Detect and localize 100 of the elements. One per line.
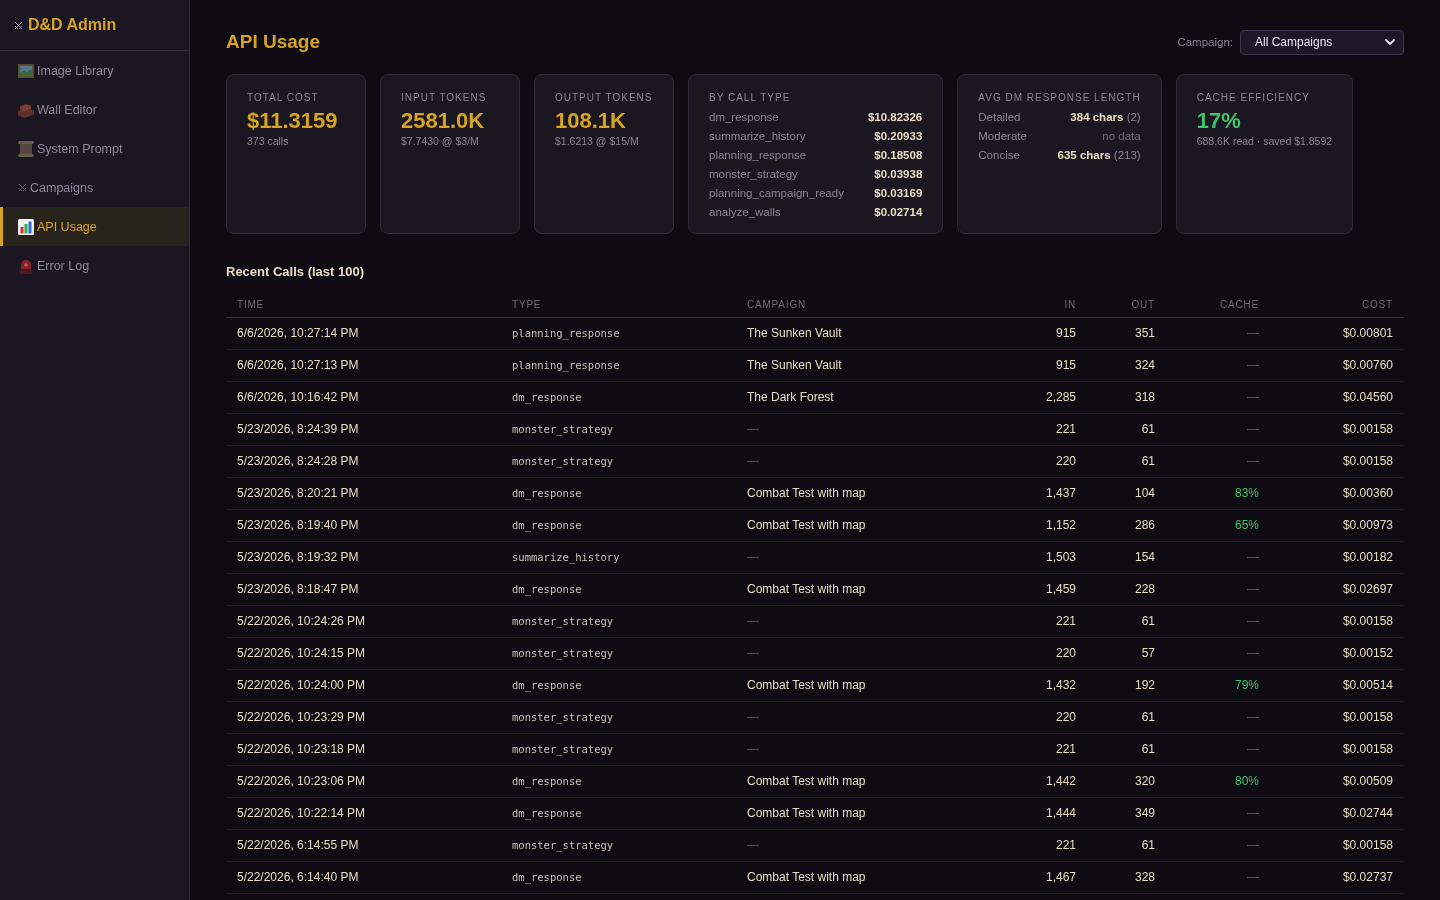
- cost-amount: $0.00158: [1342, 710, 1393, 724]
- call-type-text: monster_strategy: [512, 423, 614, 435]
- siren-icon: [18, 257, 34, 274]
- call-type-text: monster_strategy: [512, 455, 614, 467]
- cache-rate: —: [1247, 582, 1259, 596]
- cache-rate: —: [1247, 710, 1259, 724]
- time-text: 5/23/2026, 8:24:28 PM: [237, 454, 359, 468]
- output-tokens: 318: [1134, 390, 1155, 404]
- time-text: 5/22/2026, 10:23:06 PM: [237, 774, 366, 788]
- input-tokens: 1,503: [1045, 550, 1076, 564]
- time-text: 6/6/2026, 10:27:13 PM: [237, 358, 359, 372]
- input-tokens: 1,442: [1045, 774, 1076, 788]
- call-type-name: planning_campaign_ready: [709, 186, 844, 201]
- call-type-text: dm_response: [512, 807, 582, 819]
- call-type-text: summarize_history: [512, 551, 620, 563]
- call-type-name: dm_response: [709, 110, 780, 125]
- brand-title: D&D Admin: [28, 16, 117, 34]
- column-heading: OUT: [1131, 299, 1155, 310]
- call-type-text: monster_strategy: [512, 839, 614, 851]
- swords-icon: [18, 183, 27, 192]
- output-tokens: 61: [1141, 742, 1155, 756]
- brick-icon: [18, 101, 34, 118]
- stat-note: $7.7430 @ $3/M: [401, 134, 480, 148]
- time-text: 5/22/2026, 6:14:55 PM: [237, 838, 359, 852]
- cache-rate: 65%: [1234, 518, 1259, 532]
- campaign-name: Combat Test with map: [747, 870, 866, 884]
- campaign-name: Combat Test with map: [747, 678, 866, 692]
- nav-item[interactable]: API Usage: [0, 207, 189, 246]
- campaign-name: Combat Test with map: [747, 806, 866, 820]
- output-tokens: 286: [1134, 518, 1155, 532]
- output-tokens: 192: [1134, 678, 1155, 692]
- time-text: 5/22/2026, 10:23:29 PM: [237, 710, 366, 724]
- cost-amount: $0.00158: [1342, 454, 1393, 468]
- nav-item[interactable]: Wall Editor: [0, 90, 189, 129]
- input-tokens: 1,467: [1045, 870, 1076, 884]
- call-type-cost: $10.82326: [867, 110, 923, 125]
- output-tokens: 351: [1134, 326, 1155, 340]
- input-tokens: 1,152: [1045, 518, 1076, 532]
- time-text: 5/22/2026, 10:22:14 PM: [237, 806, 366, 820]
- stat-value: 108.1K: [555, 108, 627, 134]
- time-text: 5/22/2026, 10:24:26 PM: [237, 614, 366, 628]
- column-heading: COST: [1362, 299, 1393, 310]
- chevron-icon: [1385, 39, 1395, 45]
- cost-amount: $0.04560: [1342, 390, 1393, 404]
- length-value: no data: [1102, 130, 1141, 142]
- cost-amount: $0.00973: [1342, 518, 1393, 532]
- nav-item[interactable]: Campaigns: [0, 168, 189, 207]
- cache-rate: 80%: [1234, 774, 1259, 788]
- cache-rate: 79%: [1234, 678, 1259, 692]
- campaign-name: —: [747, 422, 759, 436]
- call-type-text: monster_strategy: [512, 711, 614, 723]
- call-type-name: analyze_walls: [709, 205, 782, 220]
- input-tokens: 221: [1055, 742, 1076, 756]
- input-tokens: 2,285: [1045, 390, 1076, 404]
- cost-amount: $0.00158: [1342, 422, 1393, 436]
- call-type-text: planning_response: [512, 327, 620, 339]
- column-heading: IN: [1064, 299, 1076, 310]
- cache-rate: —: [1247, 454, 1259, 468]
- cost-amount: $0.02697: [1342, 582, 1393, 596]
- output-tokens: 61: [1141, 614, 1155, 628]
- input-tokens: 220: [1055, 646, 1076, 660]
- campaign-name: Combat Test with map: [747, 518, 866, 532]
- cache-rate: —: [1247, 614, 1259, 628]
- column-heading: CAMPAIGN: [747, 299, 806, 310]
- campaign-name: —: [747, 742, 759, 756]
- cost-amount: $0.00514: [1342, 678, 1393, 692]
- stat-value: 17%: [1196, 108, 1242, 134]
- campaign-select[interactable]: All Campaigns: [1240, 29, 1404, 55]
- cache-rate: —: [1247, 838, 1259, 852]
- nav-item[interactable]: Image Library: [0, 51, 189, 90]
- call-type-text: monster_strategy: [512, 615, 614, 627]
- call-type-text: dm_response: [512, 775, 582, 787]
- column-heading: CACHE: [1220, 299, 1259, 310]
- campaign-name: —: [747, 646, 759, 660]
- cost-amount: $0.00509: [1342, 774, 1393, 788]
- cost-amount: $0.02737: [1342, 870, 1393, 884]
- length-value: 384 chars: [1070, 111, 1124, 123]
- time-text: 5/23/2026, 8:24:39 PM: [237, 422, 359, 436]
- column-heading: TIME: [237, 299, 265, 310]
- stat-value: 2581.0K: [401, 108, 486, 134]
- stat-note: $1.6213 @ $15/M: [555, 134, 640, 148]
- nav-item[interactable]: System Prompt: [0, 129, 189, 168]
- call-type-text: dm_response: [512, 519, 582, 531]
- call-type-cost: $0.03169: [874, 186, 923, 201]
- output-tokens: 328: [1134, 870, 1155, 884]
- campaign-name: —: [747, 614, 759, 628]
- column-heading: TYPE: [512, 299, 542, 310]
- stat-label: AVG DM RESPONSE LENGTH: [978, 91, 1141, 104]
- cost-amount: $0.00760: [1342, 358, 1393, 372]
- length-label: Detailed: [978, 110, 1022, 125]
- cache-rate: 83%: [1234, 486, 1259, 500]
- length-count: (2): [1126, 111, 1141, 123]
- campaign-name: The Sunken Vault: [747, 358, 842, 372]
- call-type-text: dm_response: [512, 583, 582, 595]
- bar-chart-icon: [18, 218, 34, 235]
- nav-item[interactable]: Error Log: [0, 246, 189, 285]
- time-text: 5/22/2026, 10:24:00 PM: [237, 678, 366, 692]
- input-tokens: 221: [1055, 838, 1076, 852]
- stat-label: INPUT TOKENS: [401, 91, 488, 104]
- input-tokens: 220: [1055, 710, 1076, 724]
